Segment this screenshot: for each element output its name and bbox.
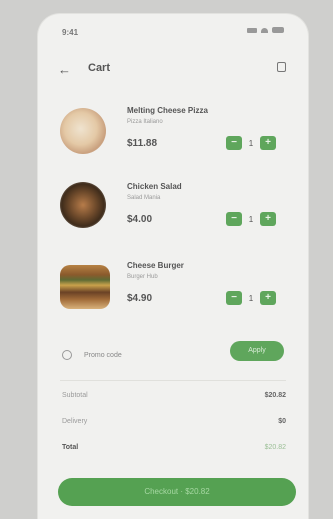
item-subtitle: Burger Hub (127, 274, 158, 280)
battery-icon (272, 27, 284, 33)
checkout-button[interactable]: Checkout · $20.82 (58, 478, 296, 506)
subtotal-value: $20.82 (264, 392, 286, 399)
item-name: Melting Cheese Pizza (127, 106, 208, 115)
increase-button[interactable]: + (260, 212, 276, 226)
back-arrow-icon[interactable]: ← (58, 62, 71, 77)
delivery-label: Delivery (62, 418, 88, 425)
salad-image (60, 182, 106, 228)
phone-screen: 9:41 ← Cart Melting Cheese Pizza Pizza I… (38, 14, 308, 519)
promo-icon (62, 350, 72, 360)
quantity-stepper: − 1 + (226, 136, 276, 150)
item-name: Chicken Salad (127, 182, 182, 191)
quantity-value: 1 (248, 214, 254, 224)
header: ← Cart (38, 58, 308, 80)
increase-button[interactable]: + (260, 136, 276, 150)
item-price: $11.88 (127, 138, 158, 149)
status-time: 9:41 (62, 28, 79, 37)
decrease-button[interactable]: − (226, 136, 242, 150)
delivery-row: Delivery $0 (38, 418, 308, 432)
subtotal-label: Subtotal (62, 392, 88, 399)
decrease-button[interactable]: − (226, 291, 242, 305)
wifi-icon (261, 27, 268, 33)
cart-item: Melting Cheese Pizza Pizza Italiano $11.… (38, 106, 308, 176)
total-value: $20.82 (264, 444, 286, 451)
cart-item: Chicken Salad Salad Mania $4.00 − 1 + (38, 182, 308, 252)
quantity-value: 1 (248, 293, 254, 303)
cart-item: Cheese Burger Burger Hub $4.90 − 1 + (38, 261, 308, 331)
promo-code-row: Promo code Apply (38, 341, 308, 369)
quantity-value: 1 (248, 138, 254, 148)
item-price: $4.90 (127, 293, 153, 304)
signal-icon (247, 27, 257, 33)
burger-image (60, 265, 110, 309)
quantity-stepper: − 1 + (226, 291, 276, 305)
total-row: Total $20.82 (38, 444, 308, 458)
delivery-value: $0 (278, 418, 286, 425)
decrease-button[interactable]: − (226, 212, 242, 226)
quantity-stepper: − 1 + (226, 212, 276, 226)
divider (60, 380, 286, 381)
subtotal-row: Subtotal $20.82 (38, 392, 308, 406)
status-icons (247, 27, 284, 33)
pizza-image (60, 108, 106, 154)
page-title: Cart (88, 62, 111, 74)
increase-button[interactable]: + (260, 291, 276, 305)
total-label: Total (62, 444, 79, 451)
trash-icon[interactable] (277, 62, 286, 72)
status-bar: 9:41 (38, 14, 308, 40)
item-subtitle: Pizza Italiano (127, 119, 163, 125)
promo-code-input[interactable]: Promo code (84, 352, 122, 359)
item-price: $4.00 (127, 214, 153, 225)
apply-button[interactable]: Apply (230, 341, 284, 361)
item-name: Cheese Burger (127, 261, 184, 270)
item-subtitle: Salad Mania (127, 195, 161, 201)
